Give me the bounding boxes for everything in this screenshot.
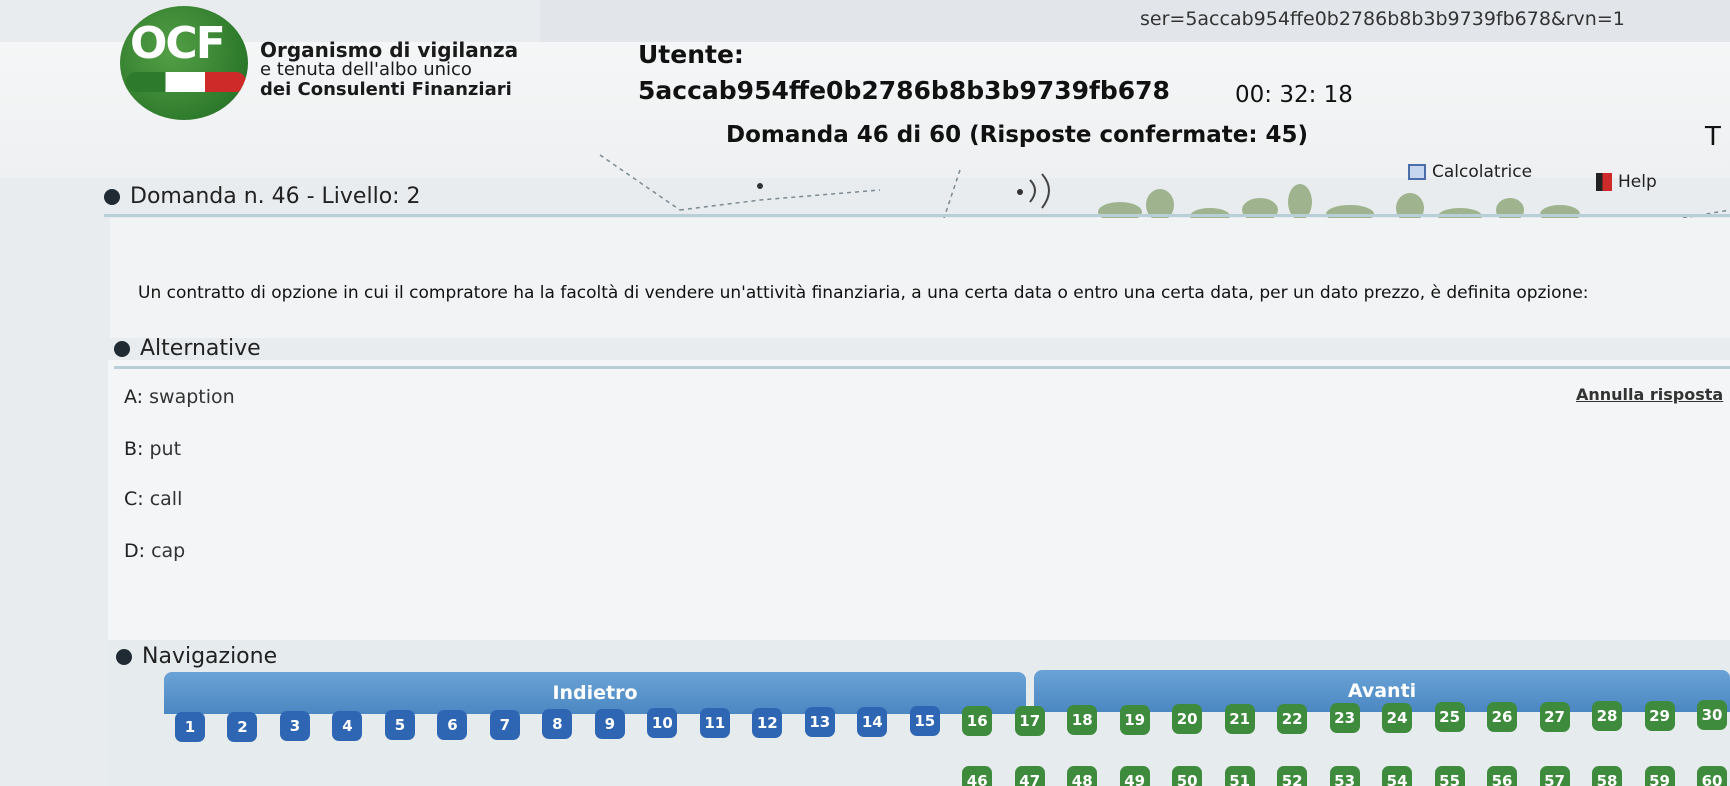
question-number-27[interactable]: 27 [1539,701,1570,732]
option-text: call [149,488,183,510]
help-button[interactable]: Help [1596,172,1657,192]
section-bullet-icon [114,340,130,357]
option-letter: D: [124,540,146,562]
question-number-20[interactable]: 20 [1172,704,1203,735]
user-label: Utente: [638,40,744,69]
question-number-2[interactable]: 2 [227,711,258,742]
alternatives-section-header: Alternative [114,336,261,361]
organization-name: Organismo di vigilanza e tenuta dell'alb… [260,40,520,100]
option-letter: C: [124,488,144,510]
section-bullet-icon [116,648,132,665]
question-number-1[interactable]: 1 [175,712,205,742]
answer-option-b[interactable]: B: put [124,438,181,460]
question-section-header: Domanda n. 46 - Livello: 2 [104,184,421,209]
calculator-label: Calcolatrice [1432,162,1533,182]
ocf-logo: OCF [120,6,248,120]
question-number-47[interactable]: 47 [1014,766,1045,786]
question-text: Un contratto di opzione in cui il compra… [138,283,1589,303]
calculator-button[interactable]: Calcolatrice [1408,162,1532,182]
question-number-52[interactable]: 52 [1277,766,1308,786]
navigation-title: Navigazione [142,644,278,669]
user-id: 5accab954ffe0b2786b8b3b9739fb678 [638,76,1170,105]
question-number-24[interactable]: 24 [1382,702,1413,733]
question-number-46[interactable]: 46 [962,766,993,786]
section-divider [104,214,1730,217]
question-number-7[interactable]: 7 [489,709,520,740]
answer-option-c[interactable]: C: call [124,488,182,510]
question-number-9[interactable]: 9 [594,708,625,739]
question-number-11[interactable]: 11 [699,708,730,738]
url-text: ser=5accab954ffe0b2786b8b3b9739fb678&rvn… [1140,8,1625,30]
answer-option-d[interactable]: D: cap [124,540,185,562]
navigation-section-header: Navigazione [116,644,277,669]
question-number-29[interactable]: 29 [1644,700,1675,731]
question-number-55[interactable]: 55 [1434,766,1465,786]
cut-off-text: T [1705,122,1721,152]
question-number-49[interactable]: 49 [1119,766,1150,786]
help-label: Help [1618,172,1657,192]
question-number-12[interactable]: 12 [752,707,783,738]
question-number-51[interactable]: 51 [1224,766,1255,786]
exam-timer: 00: 32: 18 [1235,82,1353,108]
calculator-icon [1408,164,1426,180]
option-text: cap [151,540,186,562]
section-bullet-icon [104,188,120,205]
help-book-icon [1596,173,1612,191]
clear-answer-link[interactable]: Annulla risposta [1576,385,1723,404]
option-text: swaption [149,386,235,408]
question-number-48[interactable]: 48 [1067,766,1098,786]
org-line-3: dei Consulenti Finanziari [260,79,512,100]
option-letter: A: [124,386,144,408]
question-number-53[interactable]: 53 [1329,766,1360,786]
question-number-10[interactable]: 10 [647,708,678,739]
question-number-28[interactable]: 28 [1592,701,1623,732]
option-text: put [149,438,182,460]
answer-option-a[interactable]: A: swaption [124,386,235,408]
question-number-5[interactable]: 5 [384,710,415,741]
question-panel [110,218,1730,338]
question-number-26[interactable]: 26 [1487,702,1518,732]
back-button[interactable]: Indietro [164,672,1026,714]
question-number-13[interactable]: 13 [804,707,835,738]
question-number-60[interactable]: 60 [1697,766,1727,786]
question-number-4[interactable]: 4 [332,710,363,741]
question-number-21[interactable]: 21 [1224,704,1255,734]
question-number-14[interactable]: 14 [857,706,888,737]
question-number-57[interactable]: 57 [1539,766,1570,786]
option-letter: B: [124,438,144,460]
question-number-16[interactable]: 16 [962,706,993,736]
logo-text: OCF [130,18,226,69]
question-number-59[interactable]: 59 [1644,766,1675,786]
question-number-50[interactable]: 50 [1172,766,1203,786]
question-number-19[interactable]: 19 [1119,704,1150,735]
org-line-2: e tenuta dell'albo unico [260,59,472,80]
question-number-18[interactable]: 18 [1067,705,1098,736]
logo-flag-stripe [126,72,246,92]
question-counter: Domanda 46 di 60 (Risposte confermate: 4… [726,122,1309,148]
question-number-56[interactable]: 56 [1487,766,1518,786]
question-number-6[interactable]: 6 [437,710,468,740]
address-bar[interactable]: ser=5accab954ffe0b2786b8b3b9739fb678&rvn… [540,0,1730,42]
question-number-15[interactable]: 15 [909,706,940,737]
question-number-8[interactable]: 8 [542,709,573,740]
question-number-17[interactable]: 17 [1014,705,1045,736]
question-number-23[interactable]: 23 [1329,703,1360,734]
question-number-22[interactable]: 22 [1277,703,1308,734]
question-number-30[interactable]: 30 [1697,700,1727,731]
question-number-3[interactable]: 3 [279,711,310,742]
alternatives-panel [108,360,1730,640]
question-number-25[interactable]: 25 [1434,702,1465,733]
question-title: Domanda n. 46 - Livello: 2 [130,184,421,209]
org-line-1: Organismo di vigilanza [260,38,519,62]
question-number-54[interactable]: 54 [1382,766,1413,786]
section-divider [114,366,1730,369]
alternatives-title: Alternative [140,336,261,361]
question-number-58[interactable]: 58 [1592,766,1623,786]
